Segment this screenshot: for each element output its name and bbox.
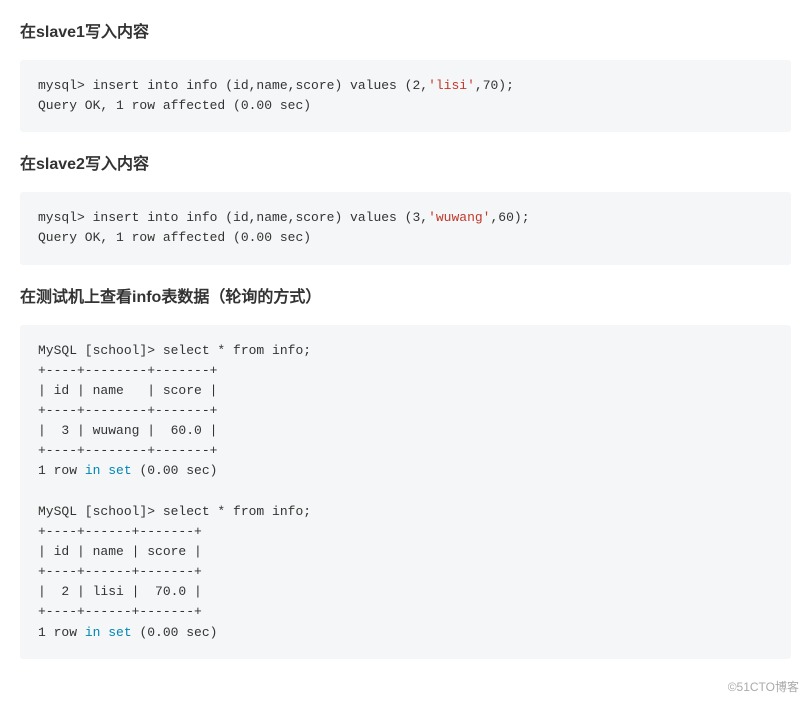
section-heading-slave2: 在slave2写入内容 [20,150,791,174]
code-text: +----+------+-------+ [38,564,202,579]
code-keyword: in [85,463,101,478]
code-keyword: set [108,625,131,640]
code-keyword: set [108,463,131,478]
code-text: Query OK, 1 row affected (0.00 sec) [38,230,311,245]
code-text: (0.00 sec) [132,463,218,478]
code-text: | 2 | lisi | 70.0 | [38,584,202,599]
code-text: MySQL [school]> select * from info; [38,504,311,519]
article-content: 在slave1写入内容 mysql> insert into info (id,… [0,18,811,674]
code-block-testmachine: MySQL [school]> select * from info; +---… [20,325,791,659]
code-keyword: in [85,625,101,640]
code-text: | id | name | score | [38,383,217,398]
code-text: | 3 | wuwang | 60.0 | [38,423,217,438]
code-text: +----+--------+-------+ [38,403,217,418]
code-text: mysql> insert into info (id,name,score) … [38,210,428,225]
code-text: +----+--------+-------+ [38,363,217,378]
code-text: Query OK, 1 row affected (0.00 sec) [38,98,311,113]
code-block-slave2: mysql> insert into info (id,name,score) … [20,192,791,264]
code-text: mysql> insert into info (id,name,score) … [38,78,428,93]
code-text: +----+------+-------+ [38,524,202,539]
code-text: 1 row [38,625,85,640]
code-block-slave1: mysql> insert into info (id,name,score) … [20,60,791,132]
code-text: ,70); [475,78,514,93]
code-string: 'wuwang' [428,210,490,225]
code-text: +----+------+-------+ [38,604,202,619]
section-heading-slave1: 在slave1写入内容 [20,18,791,42]
watermark: ©51CTO博客 [0,674,811,701]
code-text: (0.00 sec) [132,625,218,640]
code-text: 1 row [38,463,85,478]
code-text: | id | name | score | [38,544,202,559]
code-string: 'lisi' [428,78,475,93]
section-heading-testmachine: 在测试机上查看info表数据（轮询的方式） [20,283,791,307]
code-text: MySQL [school]> select * from info; [38,343,311,358]
code-text: +----+--------+-------+ [38,443,217,458]
code-text: ,60); [491,210,530,225]
